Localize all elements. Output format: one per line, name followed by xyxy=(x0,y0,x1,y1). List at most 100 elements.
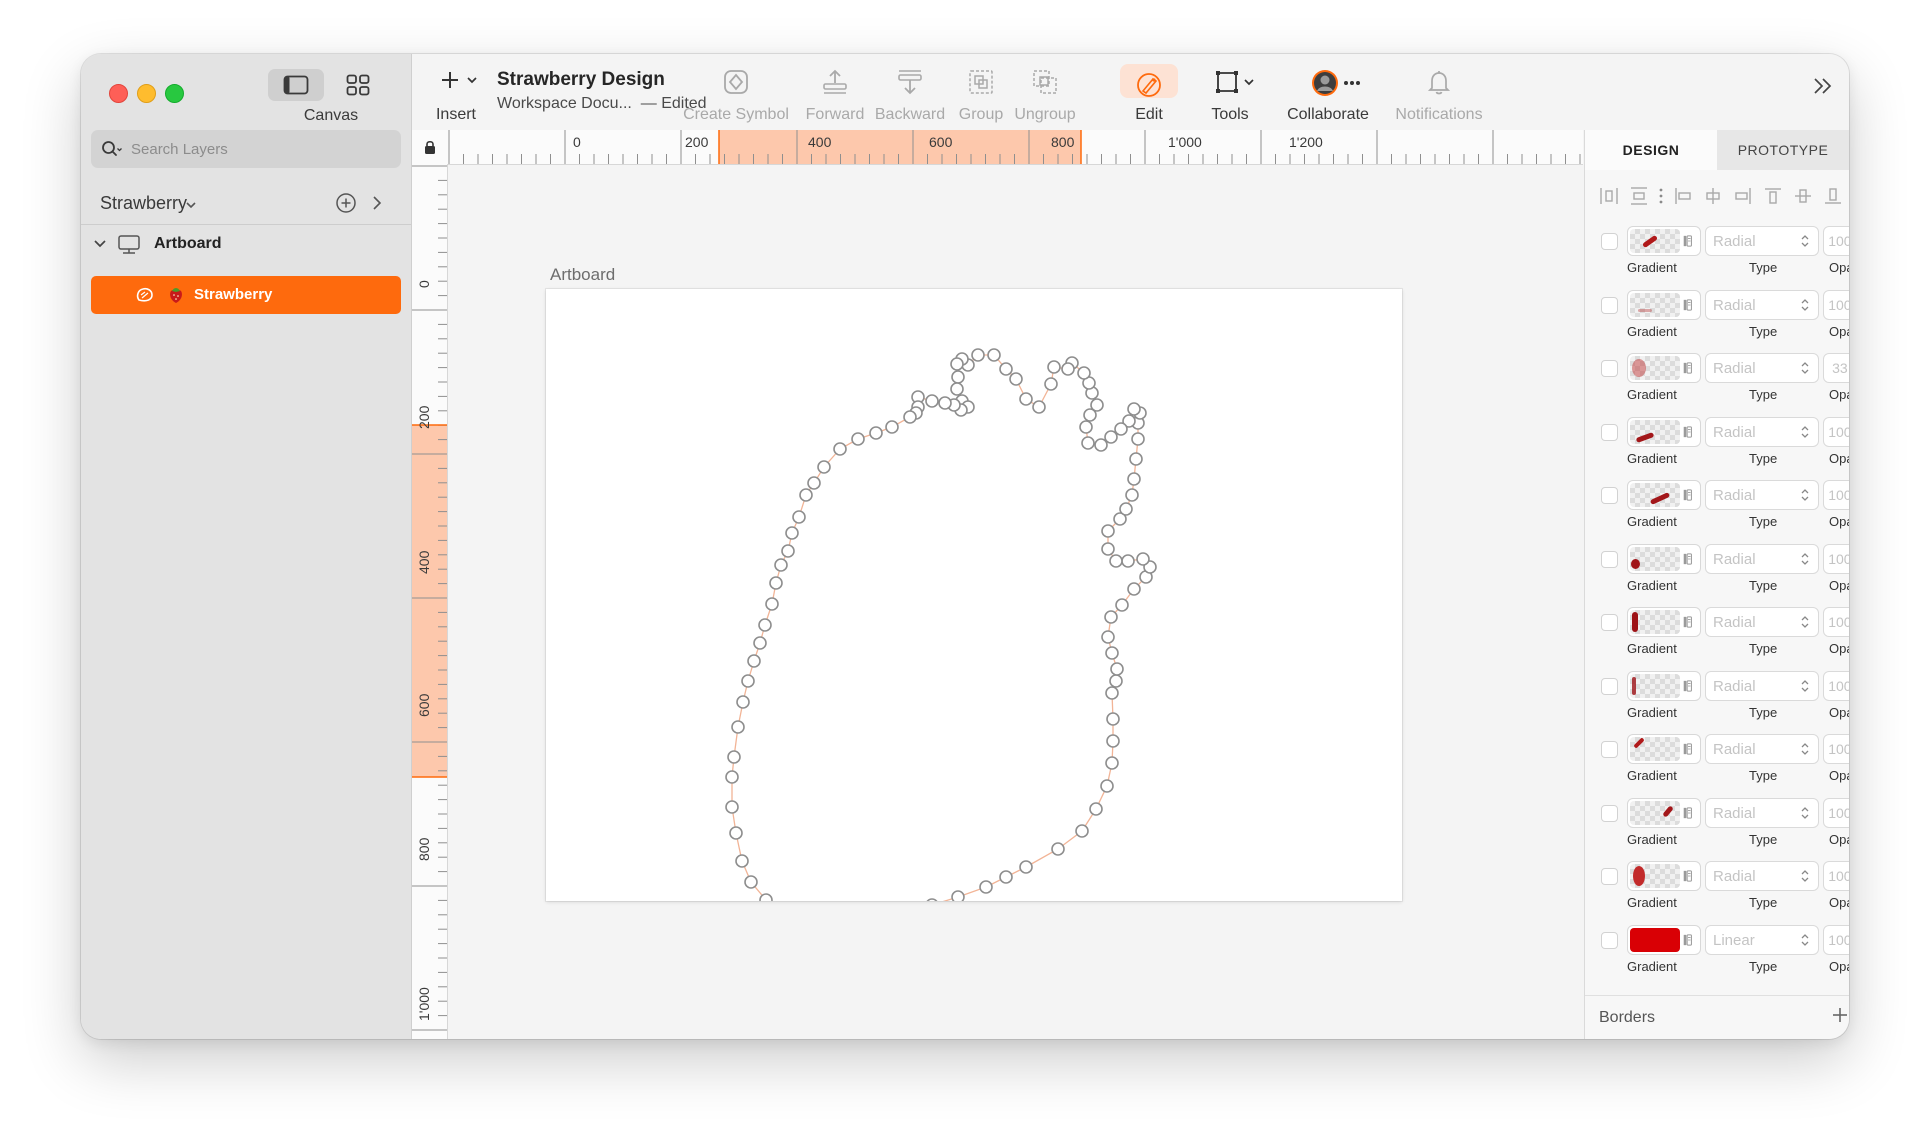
fill-color-well[interactable] xyxy=(1627,226,1701,256)
anchor-point[interactable] xyxy=(1051,842,1065,856)
fill-type-select[interactable]: Radial xyxy=(1705,797,1819,828)
anchor-point[interactable] xyxy=(1114,422,1128,436)
vertical-ruler[interactable]: 0 200 400 600 800 1'000 xyxy=(412,164,448,1039)
fill-enabled-checkbox[interactable] xyxy=(1601,296,1618,314)
anchor-point[interactable] xyxy=(774,558,788,572)
anchor-point[interactable] xyxy=(785,526,799,540)
fill-color-well[interactable] xyxy=(1627,353,1701,383)
edit-button[interactable]: Edit xyxy=(1114,54,1184,130)
anchor-point[interactable] xyxy=(1105,756,1119,770)
close-window-button[interactable] xyxy=(109,84,128,103)
anchor-point[interactable] xyxy=(725,770,739,784)
fill-type-select[interactable]: Radial xyxy=(1705,353,1819,383)
fill-color-well[interactable] xyxy=(1627,924,1701,955)
distribute-horizontal-icon[interactable] xyxy=(1599,186,1619,206)
anchor-point[interactable] xyxy=(1101,630,1115,644)
fill-enabled-checkbox[interactable] xyxy=(1601,487,1618,504)
group-button[interactable]: Group xyxy=(954,54,1008,130)
anchor-point[interactable] xyxy=(1077,366,1091,380)
ruler-corner[interactable] xyxy=(412,130,448,165)
anchor-point[interactable] xyxy=(1032,400,1046,414)
search-layers-input[interactable] xyxy=(129,139,373,159)
anchor-point[interactable] xyxy=(1100,779,1114,793)
chevron-down-icon[interactable] xyxy=(185,200,197,210)
anchor-point[interactable] xyxy=(1009,372,1023,386)
create-symbol-button[interactable]: Create Symbol xyxy=(676,54,796,130)
fill-type-select[interactable]: Radial xyxy=(1705,289,1819,320)
fill-enabled-checkbox[interactable] xyxy=(1601,233,1618,250)
anchor-point[interactable] xyxy=(1125,488,1139,502)
anchor-point[interactable] xyxy=(807,476,821,490)
anchor-point[interactable] xyxy=(903,410,917,424)
fill-color-well[interactable] xyxy=(1627,797,1701,828)
tools-button[interactable]: Tools xyxy=(1200,54,1260,130)
fill-color-well[interactable] xyxy=(1627,480,1701,510)
anchor-point[interactable] xyxy=(1127,472,1141,486)
anchor-point[interactable] xyxy=(729,826,743,840)
fill-enabled-checkbox[interactable] xyxy=(1601,804,1618,822)
zoom-window-button[interactable] xyxy=(165,84,184,103)
fill-color-well[interactable] xyxy=(1627,289,1701,320)
anchor-point[interactable] xyxy=(885,420,899,434)
anchor-point[interactable] xyxy=(950,357,964,371)
anchor-point[interactable] xyxy=(1019,860,1033,874)
insert-button[interactable]: Insert xyxy=(424,54,488,130)
anchor-point[interactable] xyxy=(951,370,965,384)
add-page-icon[interactable] xyxy=(335,192,357,214)
anchor-point[interactable] xyxy=(1109,674,1123,688)
anchor-point[interactable] xyxy=(817,460,831,474)
minimize-window-button[interactable] xyxy=(137,84,156,103)
fill-type-select[interactable]: Radial xyxy=(1705,480,1819,510)
fill-color-well[interactable] xyxy=(1627,670,1701,701)
chevron-right-icon[interactable] xyxy=(371,194,383,212)
fill-opacity-field[interactable]: 100% xyxy=(1823,226,1849,256)
layer-row-artboard[interactable]: Artboard xyxy=(81,224,411,264)
canvas-view-button[interactable] xyxy=(268,69,324,101)
anchor-point[interactable] xyxy=(1019,392,1033,406)
anchor-point[interactable] xyxy=(753,636,767,650)
anchor-point[interactable] xyxy=(1121,554,1135,568)
anchor-point[interactable] xyxy=(1101,542,1115,556)
anchor-point[interactable] xyxy=(731,720,745,734)
anchor-point[interactable] xyxy=(1044,377,1058,391)
fill-color-well[interactable] xyxy=(1627,543,1701,574)
anchor-point[interactable] xyxy=(758,618,772,632)
anchor-point[interactable] xyxy=(1081,436,1095,450)
anchor-point[interactable] xyxy=(765,597,779,611)
fill-opacity-field[interactable]: 100% xyxy=(1823,416,1849,447)
tab-prototype[interactable]: PROTOTYPE xyxy=(1717,130,1849,170)
fill-enabled-checkbox[interactable] xyxy=(1601,360,1618,377)
anchor-point[interactable] xyxy=(1109,554,1123,568)
anchor-point[interactable] xyxy=(869,426,883,440)
align-top-icon[interactable] xyxy=(1763,186,1783,206)
anchor-point[interactable] xyxy=(1047,360,1061,374)
add-border-icon[interactable] xyxy=(1831,1006,1849,1024)
fill-opacity-field[interactable]: 100% xyxy=(1823,924,1849,955)
chevron-double-right-icon[interactable] xyxy=(1812,76,1834,96)
fill-enabled-checkbox[interactable] xyxy=(1601,677,1618,695)
fill-enabled-checkbox[interactable] xyxy=(1601,423,1618,441)
anchor-point[interactable] xyxy=(1129,452,1143,466)
anchor-point[interactable] xyxy=(1127,582,1141,596)
align-left-icon[interactable] xyxy=(1673,186,1693,206)
anchor-point[interactable] xyxy=(1106,712,1120,726)
fill-type-select[interactable]: Radial xyxy=(1705,607,1819,637)
fill-type-select[interactable]: Radial xyxy=(1705,670,1819,701)
fill-enabled-checkbox[interactable] xyxy=(1601,550,1618,568)
anchor-point[interactable] xyxy=(1061,362,1075,376)
forward-button[interactable]: Forward xyxy=(801,54,869,130)
anchor-point[interactable] xyxy=(1106,734,1120,748)
search-layers-field[interactable] xyxy=(91,130,401,168)
anchor-point[interactable] xyxy=(1104,610,1118,624)
anchor-point[interactable] xyxy=(747,654,761,668)
fill-type-select[interactable]: Radial xyxy=(1705,416,1819,447)
anchor-point[interactable] xyxy=(926,898,938,901)
anchor-point[interactable] xyxy=(833,442,847,456)
align-bottom-icon[interactable] xyxy=(1823,186,1843,206)
align-right-icon[interactable] xyxy=(1733,186,1753,206)
anchor-point[interactable] xyxy=(1110,662,1124,676)
anchor-point[interactable] xyxy=(999,870,1013,884)
artboard-title[interactable]: Artboard xyxy=(550,265,615,285)
anchor-point[interactable] xyxy=(792,510,806,524)
fill-enabled-checkbox[interactable] xyxy=(1601,931,1618,949)
